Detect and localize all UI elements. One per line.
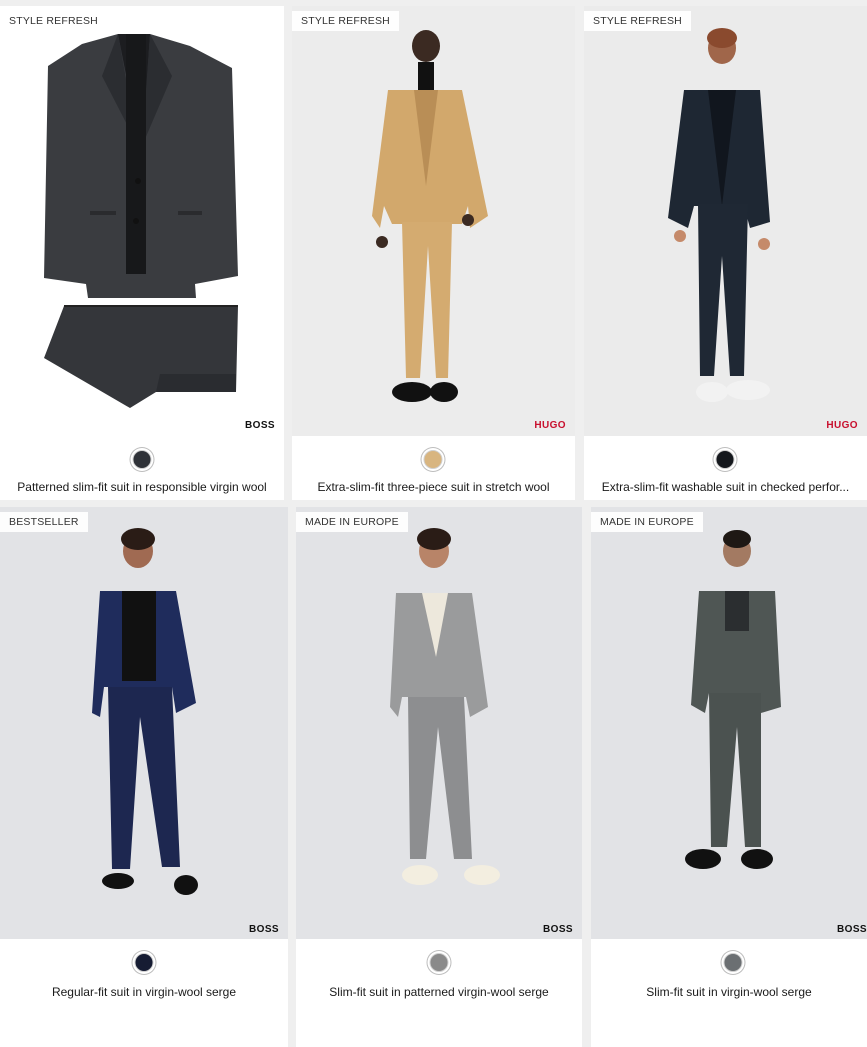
brand-logo: BOSS: [249, 924, 279, 935]
product-card[interactable]: STYLE REFRESH HUGO Extra-slim-fit three-…: [292, 6, 575, 500]
product-title[interactable]: Patterned slim-fit suit in responsible v…: [4, 480, 280, 494]
brand-logo: BOSS: [245, 420, 275, 431]
product-image[interactable]: [0, 6, 284, 436]
color-swatch[interactable]: [715, 450, 735, 469]
color-swatch[interactable]: [429, 953, 449, 972]
product-title[interactable]: Extra-slim-fit washable suit in checked …: [588, 480, 863, 494]
product-card[interactable]: MADE IN EUROPE BOSS Slim-fit suit in pat…: [296, 507, 582, 1047]
product-image[interactable]: [292, 6, 575, 436]
product-badge: MADE IN EUROPE: [296, 512, 408, 532]
product-badge: STYLE REFRESH: [0, 11, 107, 31]
product-card[interactable]: MADE IN EUROPE BOSS Slim-fit suit in vir…: [591, 507, 867, 1047]
product-image[interactable]: [584, 6, 867, 436]
product-title[interactable]: Slim-fit suit in patterned virgin-wool s…: [300, 985, 578, 999]
product-card[interactable]: STYLE REFRESH BOSS Patterned slim-fit su…: [0, 6, 284, 500]
brand-logo: HUGO: [534, 420, 566, 431]
product-card[interactable]: BESTSELLER BOSS Regular-fit suit in virg…: [0, 507, 288, 1047]
product-title[interactable]: Slim-fit suit in virgin-wool serge: [595, 985, 863, 999]
brand-logo: BOSS: [837, 924, 867, 935]
product-badge: STYLE REFRESH: [292, 11, 399, 31]
product-image[interactable]: [591, 507, 867, 939]
color-swatch[interactable]: [423, 450, 443, 469]
brand-logo: HUGO: [826, 420, 858, 431]
color-swatch[interactable]: [723, 953, 743, 972]
product-badge: BESTSELLER: [0, 512, 88, 532]
product-title[interactable]: Regular-fit suit in virgin-wool serge: [4, 985, 284, 999]
brand-logo: BOSS: [543, 924, 573, 935]
color-swatch[interactable]: [132, 450, 152, 469]
color-swatch[interactable]: [134, 953, 154, 972]
product-badge: STYLE REFRESH: [584, 11, 691, 31]
product-card[interactable]: STYLE REFRESH HUGO Extra-slim-fit washab…: [584, 6, 867, 500]
product-image[interactable]: [0, 507, 288, 939]
product-badge: MADE IN EUROPE: [591, 512, 703, 532]
product-image[interactable]: [296, 507, 582, 939]
product-title[interactable]: Extra-slim-fit three-piece suit in stret…: [296, 480, 571, 494]
